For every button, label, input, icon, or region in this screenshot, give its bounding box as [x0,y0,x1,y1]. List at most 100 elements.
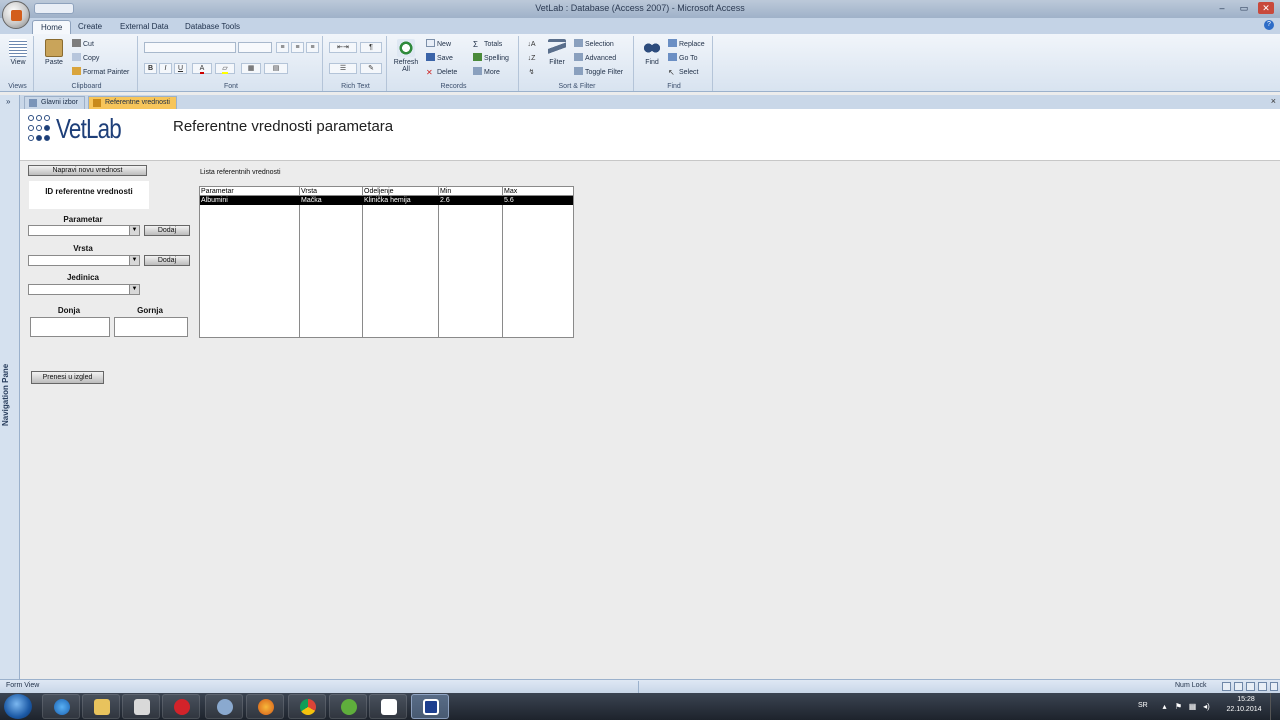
show-desktop-button[interactable] [1270,693,1280,720]
chevron-down-icon[interactable]: ▼ [129,226,139,235]
underline-button[interactable]: U [174,63,187,74]
view-button[interactable]: View [4,38,32,76]
bold-button[interactable]: B [144,63,157,74]
refresh-all-button[interactable]: Refresh All [391,38,421,76]
nav-pane-label[interactable]: Navigation Pane [1,355,19,435]
goto-button[interactable]: Go To [668,53,698,64]
transfer-button[interactable]: Prenesi u izgled [31,371,104,384]
delete-record-button[interactable]: ✕ Delete [426,67,457,78]
views-group-label: Views [8,83,27,90]
design-view-icon[interactable] [1258,682,1267,691]
clock-time[interactable]: 15:28 [1228,696,1264,703]
paste-button[interactable]: Paste [40,38,68,76]
list-cell: Mačka [301,197,322,204]
doc-tab-glavni-izbor[interactable]: Glavni izbor [24,96,85,109]
align-center-button[interactable]: ≡ [291,42,304,53]
cut-button[interactable]: Cut [72,39,94,50]
toggle-filter-button[interactable]: Toggle Filter [574,67,623,78]
taskbar-file-explorer[interactable] [82,694,120,719]
add-vrsta-button[interactable]: Dodaj [144,255,190,266]
taskbar-internet-explorer[interactable] [42,694,80,719]
parametar-combo[interactable]: ▼ [28,225,140,236]
clear-sort-button[interactable]: ↯ [525,68,538,79]
taskbar-media-player[interactable] [122,694,160,719]
tray-volume-icon[interactable]: ◂) [1202,702,1211,711]
tray-network-icon[interactable]: ▦ [1188,702,1197,711]
tab-home[interactable]: Home [32,20,72,34]
select-button[interactable]: ↖ Select [668,67,698,78]
jedinica-combo[interactable]: ▼ [28,284,140,295]
tab-create[interactable]: Create [70,20,110,34]
status-numlock: Num Lock [1175,682,1207,689]
vrsta-combo[interactable]: ▼ [28,255,140,266]
quick-access-toolbar[interactable] [34,3,74,14]
copy-button[interactable]: Copy [72,53,99,64]
font-color-button[interactable]: A [192,63,212,74]
taskbar-e-app[interactable] [162,694,200,719]
clock-date[interactable]: 22.10.2014 [1224,706,1264,713]
close-button[interactable]: ✕ [1258,2,1274,14]
new-value-button[interactable]: Napravi novu vrednost [28,165,147,176]
layout-view-icon[interactable] [1246,682,1255,691]
bullets-button[interactable]: ☰ [329,63,357,74]
taskbar-chrome[interactable] [288,694,326,719]
bullets-icon: ☰ [339,65,347,72]
find-button[interactable]: Find [638,38,666,76]
selection-button[interactable]: Selection [574,39,614,50]
font-name-combo[interactable] [144,42,236,53]
save-record-button[interactable]: Save [426,53,453,64]
chevron-down-icon[interactable]: ▼ [129,256,139,265]
fill-color-button[interactable]: ▱ [215,63,235,74]
list-row-selected[interactable]: Albumini Mačka Klinička hemija 2.6 5.6 [200,196,573,205]
align-right-button[interactable]: ≡ [306,42,319,53]
format-painter-button[interactable]: Format Painter [72,67,129,78]
spelling-icon [473,53,482,61]
reference-values-list[interactable]: Parametar Vrsta Odeljenje Min Max Albumi… [199,186,574,338]
tab-external-data[interactable]: External Data [112,20,176,34]
doc-tab-label: Referentne vrednosti [105,99,170,106]
gornja-field[interactable] [114,317,188,337]
taskbar-access[interactable] [411,694,449,719]
alternate-fill-button[interactable]: ▤ [264,63,288,74]
highlight-button[interactable]: ✎ [360,63,382,74]
sort-ascending-button[interactable]: ↓A [525,40,538,51]
taskbar-utorrent[interactable] [329,694,367,719]
taskbar-firefox[interactable] [246,694,284,719]
new-record-button[interactable]: New [426,39,451,50]
nav-pane-toggle[interactable]: » [6,97,10,106]
datasheet-view-icon[interactable] [1234,682,1243,691]
italic-button[interactable]: I [159,63,172,74]
taskbar-notepad[interactable] [369,694,407,719]
add-parametar-button[interactable]: Dodaj [144,225,190,236]
font-size-combo[interactable] [238,42,272,53]
indent-button[interactable]: ⇤⇥ [329,42,357,53]
start-button[interactable] [4,694,32,719]
form-view-icon[interactable] [1222,682,1231,691]
taskbar-app-5[interactable] [205,694,243,719]
tab-database-tools[interactable]: Database Tools [177,20,248,34]
filter-button[interactable]: Filter [543,38,571,76]
records-group: Refresh All New Save ✕ Delete Σ Totals Spe… [389,36,519,91]
donja-field[interactable] [30,317,110,337]
tray-flag-icon[interactable]: ⚑ [1174,702,1183,711]
minimize-button[interactable]: – [1214,2,1230,14]
doc-tab-referentne-vrednosti[interactable]: Referentne vrednosti [88,96,177,109]
close-document-button[interactable]: × [1271,96,1276,106]
chevron-down-icon[interactable]: ▼ [129,285,139,294]
resize-grip-icon[interactable] [1270,682,1278,691]
gridlines-button[interactable]: ▦ [241,63,261,74]
paragraph-button[interactable]: ¶ [360,42,382,53]
align-left-button[interactable]: ≡ [276,42,289,53]
advanced-button[interactable]: Advanced [574,53,616,64]
office-button[interactable] [2,1,30,29]
spelling-button[interactable]: Spelling [473,53,509,64]
maximize-button[interactable]: ▭ [1236,2,1252,14]
navigation-pane[interactable]: » Navigation Pane [0,95,20,679]
replace-button[interactable]: Replace [668,39,705,50]
totals-button[interactable]: Σ Totals [473,39,502,50]
tray-arrow-icon[interactable]: ▴ [1160,702,1169,711]
help-icon[interactable]: ? [1264,20,1274,30]
sort-descending-button[interactable]: ↓Z [525,54,538,65]
more-button[interactable]: More [473,67,500,78]
tray-language[interactable]: SR [1138,702,1148,709]
